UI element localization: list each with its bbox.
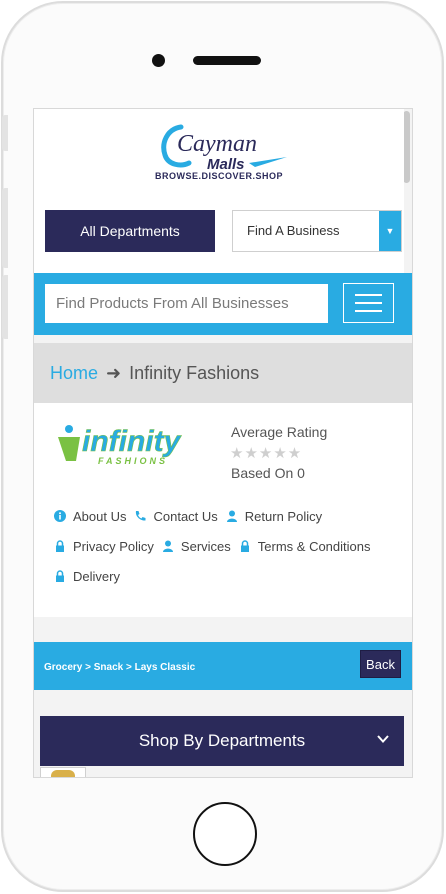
find-business-label: Find A Business: [247, 223, 340, 238]
logo-text-fashions: FASHIONS: [98, 456, 168, 466]
arrow-right-icon: ➜: [106, 362, 122, 383]
about-us-link[interactable]: About Us: [54, 509, 126, 524]
menu-bar-icon: [355, 302, 382, 304]
phone-camera: [152, 54, 165, 67]
info-icon: [54, 510, 66, 522]
hamburger-menu-button[interactable]: [343, 283, 394, 323]
user-icon: [162, 540, 173, 552]
caret-down-icon[interactable]: ▼: [379, 211, 401, 251]
return-policy-label: Return Policy: [244, 508, 323, 524]
about-us-label: About Us: [73, 508, 127, 524]
app-screen: Cayman Malls BROWSE.DISCOVER.SHOP All De…: [33, 108, 413, 778]
category-bar: Grocery > Snack > Lays Classic Back: [34, 642, 412, 690]
phone-volume-up: [2, 188, 8, 268]
phone-side-button: [2, 115, 8, 151]
search-bar: [34, 273, 412, 335]
breadcrumb-current: Infinity Fashions: [129, 362, 260, 383]
logo-tagline: BROWSE.DISCOVER.SHOP: [154, 171, 283, 181]
shop-by-departments-label: Shop By Departments: [138, 731, 306, 750]
return-policy-link[interactable]: Return Policy: [226, 509, 322, 524]
product-thumbnail[interactable]: [40, 767, 86, 777]
phone-volume-down: [2, 275, 8, 339]
terms-conditions-label: Terms & Conditions: [257, 538, 371, 554]
menu-bar-icon: [355, 294, 382, 296]
chevron-down-icon: [377, 735, 389, 743]
back-button[interactable]: Back: [360, 650, 401, 678]
all-departments-button[interactable]: All Departments: [45, 210, 215, 252]
logo-text-infinity: infinity: [82, 425, 182, 458]
shop-by-departments-toggle[interactable]: Shop By Departments: [40, 716, 404, 766]
user-icon: [226, 510, 237, 522]
menu-bar-icon: [355, 310, 382, 312]
star-rating-icon: ★★★★★: [230, 445, 303, 462]
find-business-select[interactable]: Find A Business ▼: [232, 210, 402, 252]
business-links: About Us Contact Us Return Policy Privac…: [54, 501, 404, 591]
phone-speaker: [193, 56, 261, 65]
delivery-label: Delivery: [73, 568, 120, 584]
rating-count: Based On 0: [231, 465, 305, 481]
terms-conditions-link[interactable]: Terms & Conditions: [239, 539, 371, 554]
lock-icon: [56, 540, 64, 552]
scrollbar[interactable]: [403, 111, 410, 183]
search-input[interactable]: [45, 284, 328, 323]
services-label: Services: [180, 538, 231, 554]
header: Cayman Malls BROWSE.DISCOVER.SHOP: [34, 109, 404, 197]
contact-us-label: Contact Us: [153, 508, 218, 524]
category-path[interactable]: Grocery > Snack > Lays Classic: [44, 662, 195, 673]
privacy-policy-label: Privacy Policy: [73, 538, 154, 554]
lock-icon: [240, 540, 249, 552]
contact-us-link[interactable]: Contact Us: [134, 508, 218, 524]
privacy-policy-link[interactable]: Privacy Policy: [54, 539, 154, 554]
breadcrumb: Home ➜ Infinity Fashions: [34, 343, 412, 403]
services-link[interactable]: Services: [162, 539, 231, 554]
department-row: All Departments Find A Business ▼: [34, 197, 404, 273]
phone-icon: [136, 511, 146, 521]
breadcrumb-home-link[interactable]: Home: [50, 363, 98, 384]
phone-home-button[interactable]: [193, 802, 257, 866]
lock-icon: [56, 570, 64, 582]
logo-text-cayman: Cayman: [177, 131, 257, 157]
average-rating-label: Average Rating: [231, 424, 328, 440]
business-card: infinity FASHIONS Average Rating ★★★★★ B…: [34, 403, 412, 617]
infinity-fashions-logo: infinity FASHIONS: [58, 425, 182, 466]
delivery-link[interactable]: Delivery: [54, 569, 120, 584]
